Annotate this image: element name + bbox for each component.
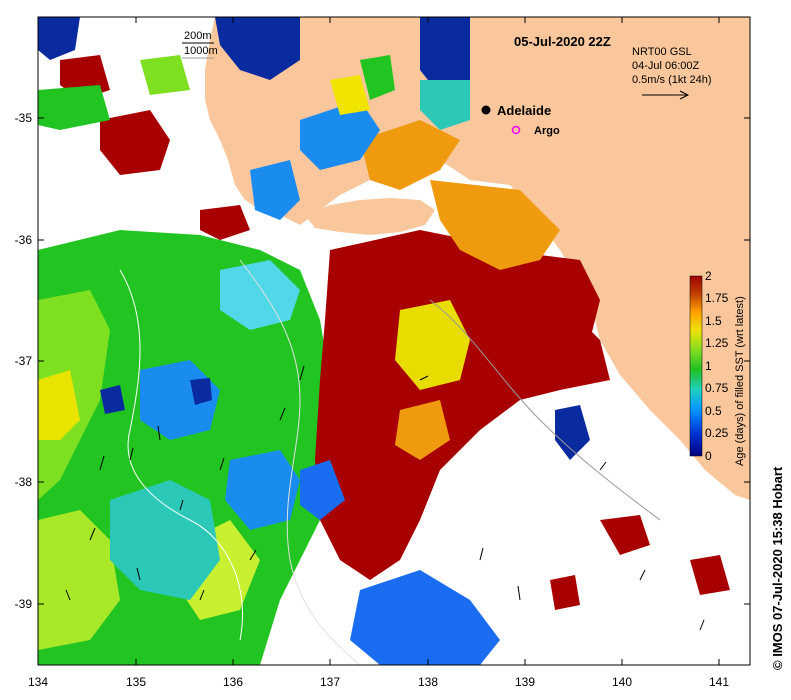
sst-age-map: 134 135 136 137 138 139 140 141 -35 -36 …: [15, 16, 785, 689]
current-info-model: NRT00 GSL: [632, 46, 692, 58]
x-tick-label: 139: [515, 675, 535, 689]
y-tick-labels: -35 -36 -37 -38 -39: [15, 111, 33, 611]
depth-legend-200m: 200m: [184, 30, 212, 42]
argo-label: Argo: [534, 125, 560, 137]
current-info-scale: 0.5m/s (1kt 24h): [632, 74, 711, 86]
colorbar-tick: 0.75: [705, 381, 729, 395]
y-tick-label: -36: [15, 233, 33, 247]
x-tick-labels: 134 135 136 137 138 139 140 141: [28, 675, 729, 689]
colorbar-tick: 1.25: [705, 336, 729, 350]
credit-text: © IMOS 07-Jul-2020 15:38 Hobart: [770, 466, 785, 670]
adelaide-label: Adelaide: [497, 103, 551, 118]
y-tick-label: -39: [15, 597, 33, 611]
y-tick-label: -38: [15, 475, 33, 489]
y-tick-label: -35: [15, 111, 33, 125]
x-tick-label: 140: [612, 675, 632, 689]
x-tick-label: 135: [126, 675, 146, 689]
plot-area: [38, 17, 750, 665]
x-tick-label: 141: [709, 675, 729, 689]
x-tick-label: 137: [320, 675, 340, 689]
x-tick-label: 134: [28, 675, 48, 689]
colorbar-tick: 1.5: [705, 314, 722, 328]
y-tick-label: -37: [15, 354, 33, 368]
colorbar-tick: 2: [705, 269, 712, 283]
colorbar-tick: 0: [705, 449, 712, 463]
x-tick-label: 136: [223, 675, 243, 689]
colorbar-label: Age (days) of filled SST (wrt latest): [734, 296, 746, 466]
colorbar-tick: 1: [705, 359, 712, 373]
colorbar-tick: 0.5: [705, 404, 722, 418]
colorbar-tick: 1.75: [705, 291, 729, 305]
depth-legend-1000m: 1000m: [184, 45, 218, 57]
map-title: 05-Jul-2020 22Z: [514, 34, 611, 49]
colorbar-gradient: [689, 275, 703, 457]
colorbar-tick: 0.25: [705, 426, 729, 440]
x-tick-label: 138: [418, 675, 438, 689]
current-info-time: 04-Jul 06:00Z: [632, 60, 700, 72]
